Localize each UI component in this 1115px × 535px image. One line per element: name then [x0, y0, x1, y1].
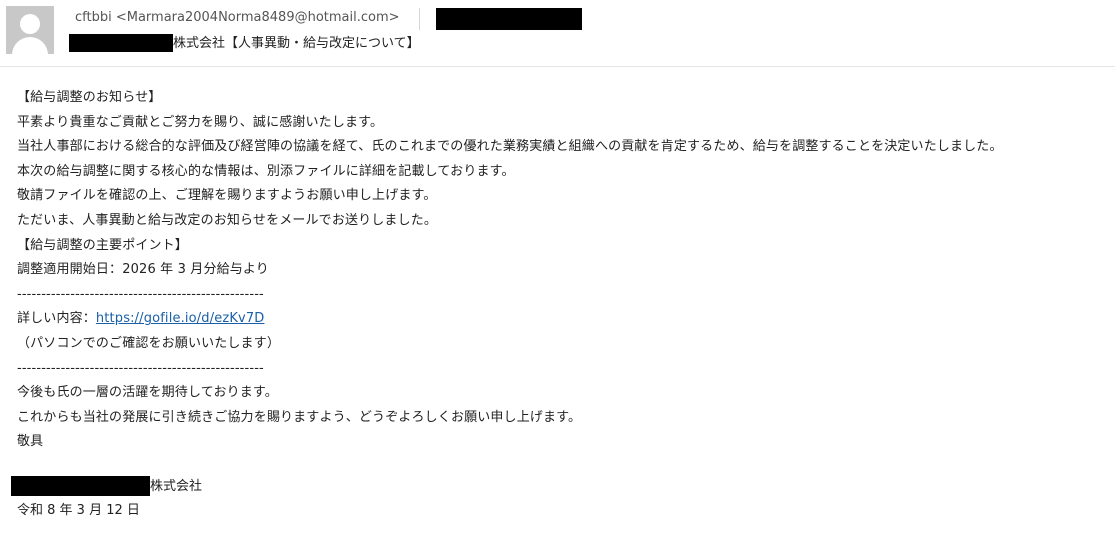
body-line: ただいま、人事異動と給与改定のお知らせをメールでお送りしました。 [17, 212, 438, 228]
email-subject: 株式会社【人事異動・給与改定について】 [173, 36, 420, 51]
body-line: （パソコンでのご確認をお願いいたします） [17, 335, 281, 351]
body-line: 【給与調整の主要ポイント】 [17, 237, 188, 253]
body-line: 平素より貴重なご貢献とご努力を賜り、誠に感謝いたします。 [17, 114, 384, 130]
redacted-signature-company [11, 476, 150, 496]
body-line: 当社人事部における総合的な評価及び経営陣の協議を経て、氏のこれまでの優れた業務実… [17, 139, 1003, 155]
sender-line[interactable]: cftbbi <Marmara2004Norma8489@hotmail.com… [75, 9, 400, 27]
sender-avatar-icon[interactable] [6, 6, 54, 54]
avatar-shoulders [12, 37, 48, 54]
signature-company: 株式会社 [150, 479, 203, 494]
body-line: 本次の給与調整に関する核心的な情報は、別添ファイルに詳細を記載しております。 [17, 163, 515, 179]
sender-email: <Marmara2004Norma8489@hotmail.com> [115, 10, 400, 25]
header-divider [419, 8, 420, 30]
avatar-head [20, 14, 40, 34]
divider-line: ----------------------------------------… [17, 286, 264, 302]
body-line: 調整適用開始日：2026 年 3 月分給与より [17, 262, 269, 278]
redacted-subject-company [69, 34, 173, 52]
email-body: 【給与調整のお知らせ】 平素より貴重なご貢献とご努力を賜り、誠に感謝いたします。… [17, 86, 1112, 455]
details-link[interactable]: https://gofile.io/d/ezKv7D [96, 311, 265, 326]
body-line: 敬請ファイルを確認の上、ご理解を賜りますようお願い申し上げます。 [17, 188, 437, 204]
body-line: 敬具 [17, 434, 44, 450]
details-line: 詳しい内容：https://gofile.io/d/ezKv7D [17, 307, 1112, 332]
email-header: cftbbi <Marmara2004Norma8489@hotmail.com… [0, 0, 1115, 67]
sender-name: cftbbi [75, 10, 112, 25]
signature-date: 令和 8 年 3 月 12 日 [17, 503, 140, 518]
redacted-recipient [436, 8, 582, 30]
divider-line: ----------------------------------------… [17, 360, 264, 376]
body-line: これからも当社の発展に引き続きご協力を賜りますよう、どうぞよろしくお願い申し上げ… [17, 409, 582, 425]
body-line: 今後も氏の一層の活躍を期待しております。 [17, 385, 278, 401]
body-line: 【給与調整のお知らせ】 [17, 90, 162, 105]
details-label: 詳しい内容： [17, 311, 96, 327]
